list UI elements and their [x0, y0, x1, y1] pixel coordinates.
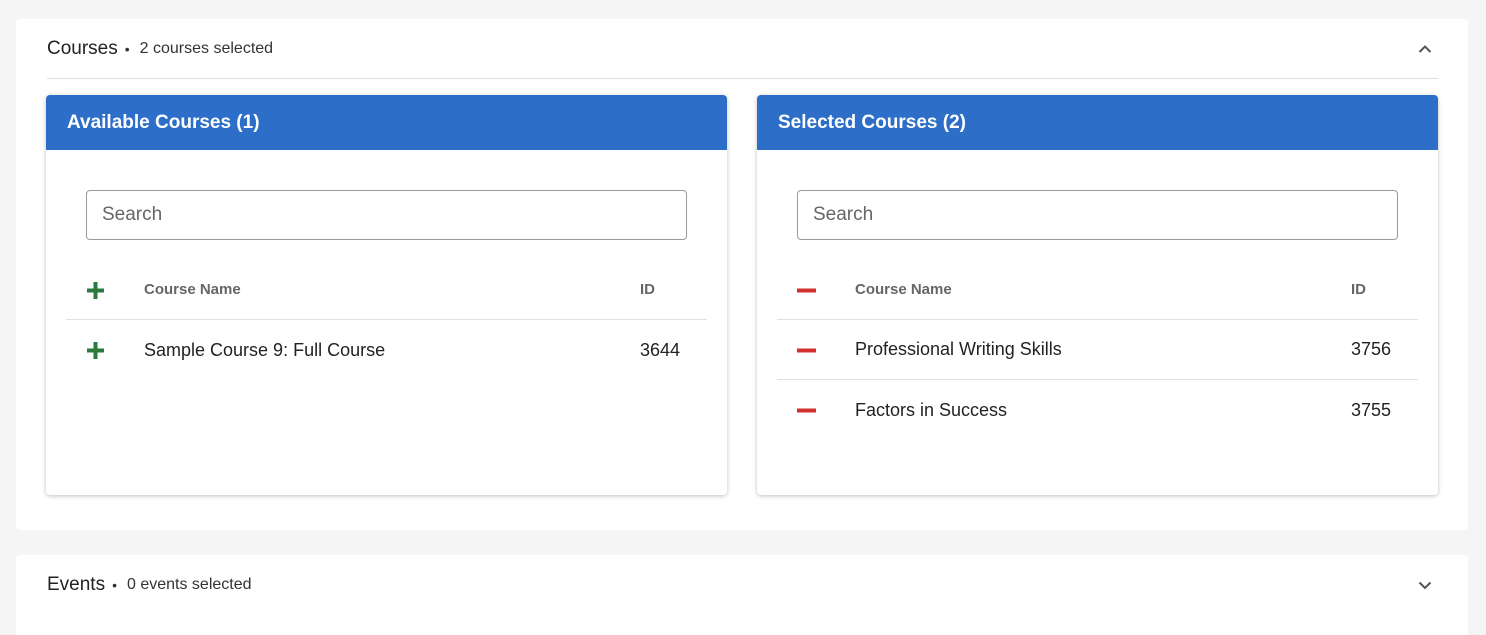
- table-row[interactable]: Factors in Success 3755: [777, 380, 1418, 440]
- events-section-title: Events: [47, 574, 106, 595]
- add-plus-icon[interactable]: [86, 341, 105, 360]
- events-section-header[interactable]: Events • 0 events selected: [47, 555, 1438, 615]
- selected-courses-title: Selected Courses (2): [757, 95, 1438, 150]
- column-header-course-name[interactable]: Course Name: [855, 281, 952, 298]
- selected-courses-panel: Selected Courses (2) Course Name ID Prof…: [757, 95, 1438, 495]
- courses-section-title: Courses: [47, 37, 118, 59]
- available-courses-table: Course Name ID Sample Course 9: Full Cou…: [66, 260, 707, 380]
- chevron-up-icon[interactable]: [1418, 42, 1432, 56]
- available-courses-panel: Available Courses (1) Course Name ID Sam…: [46, 95, 727, 495]
- available-search-input[interactable]: [86, 190, 687, 240]
- courses-section: Courses • 2 courses selected Available C…: [16, 19, 1468, 530]
- course-id-cell: 3756: [1351, 339, 1392, 359]
- chevron-down-icon[interactable]: [1418, 578, 1432, 592]
- selected-search-input[interactable]: [797, 190, 1398, 240]
- table-header-row: Course Name ID: [777, 260, 1418, 320]
- column-header-id[interactable]: ID: [640, 281, 655, 298]
- events-selected-summary: 0 events selected: [127, 576, 252, 593]
- course-name-cell: Sample Course 9: Full Course: [144, 339, 386, 360]
- events-section: Events • 0 events selected: [16, 555, 1468, 635]
- remove-minus-icon[interactable]: [797, 401, 816, 420]
- remove-all-minus-icon[interactable]: [797, 281, 816, 300]
- course-name-cell: Professional Writing Skills: [855, 339, 1062, 359]
- course-id-cell: 3755: [1351, 399, 1392, 420]
- courses-section-header[interactable]: Courses • 2 courses selected: [47, 19, 1438, 79]
- table-header-row: Course Name ID: [66, 260, 707, 320]
- course-id-cell: 3644: [640, 339, 681, 360]
- separator-dot: •: [124, 40, 130, 57]
- column-header-id[interactable]: ID: [1351, 281, 1366, 298]
- table-row[interactable]: Professional Writing Skills 3756: [777, 320, 1418, 380]
- remove-minus-icon[interactable]: [797, 341, 816, 360]
- selected-courses-table: Course Name ID Professional Writing Skil…: [777, 260, 1418, 440]
- separator-dot: •: [112, 577, 117, 593]
- available-courses-title: Available Courses (1): [46, 95, 727, 150]
- table-row[interactable]: Sample Course 9: Full Course 3644: [66, 320, 707, 380]
- course-name-cell: Factors in Success: [855, 399, 1008, 420]
- add-all-plus-icon[interactable]: [86, 281, 105, 300]
- column-header-course-name[interactable]: Course Name: [144, 281, 241, 298]
- courses-selected-summary: 2 courses selected: [139, 39, 274, 57]
